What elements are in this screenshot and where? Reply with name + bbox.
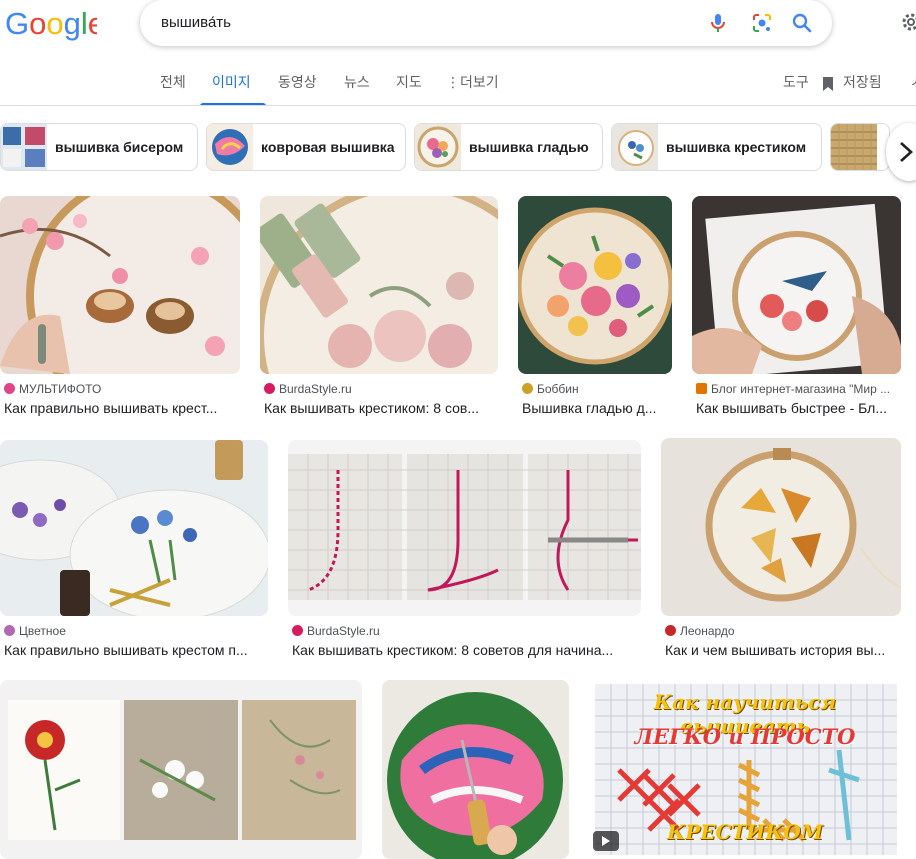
- image-result[interactable]: [0, 680, 362, 859]
- chip-thumbnail: [207, 124, 253, 170]
- image-result[interactable]: Боббин Вышивка гладью д...: [518, 196, 672, 418]
- tab-more-label: 더보기: [460, 74, 499, 90]
- svg-text:Google: Google: [5, 7, 97, 41]
- video-play-badge[interactable]: [593, 831, 619, 851]
- tab-more[interactable]: ⋮더보기: [446, 72, 499, 92]
- microphone-icon[interactable]: [706, 11, 730, 35]
- chip-thumbnail: [831, 124, 877, 170]
- chip-rug-embroidery[interactable]: ковровая вышивка: [206, 123, 406, 171]
- result-source: Блог интернет-магазина "Мир ...: [696, 382, 897, 396]
- result-thumbnail[interactable]: [661, 438, 901, 616]
- result-source: Леонардо: [665, 624, 897, 638]
- result-source: МУЛЬТИФОТО: [4, 382, 236, 396]
- chip-label: вышивка крестиком: [666, 139, 807, 155]
- tab-news[interactable]: 뉴스: [344, 72, 370, 92]
- result-source: BurdaStyle.ru: [292, 624, 637, 638]
- chip-label: вышивка гладью: [469, 139, 589, 155]
- tab-all[interactable]: 전체: [160, 72, 186, 92]
- image-result[interactable]: [382, 680, 569, 859]
- image-result[interactable]: Цветное Как правильно вышивать крестом п…: [0, 440, 268, 662]
- result-title[interactable]: Вышивка гладью д...: [522, 400, 668, 416]
- chips-scroll-right-button[interactable]: [886, 123, 916, 181]
- chip-label: ковровая вышивка: [261, 139, 395, 155]
- truncated-nav-text: ㅅ: [910, 72, 916, 92]
- result-title[interactable]: Как и чем вышивать история вы...: [665, 642, 897, 658]
- source-favicon: [665, 625, 676, 636]
- result-title[interactable]: Как вышивать крестиком: 8 сов...: [264, 400, 494, 416]
- search-input[interactable]: вышива́ть: [161, 14, 231, 31]
- result-thumbnail[interactable]: [260, 196, 498, 374]
- gear-icon[interactable]: [900, 11, 916, 33]
- tab-videos[interactable]: 동영상: [278, 72, 317, 92]
- result-thumbnail[interactable]: Как научиться вышивать ЛЕГКО и ПРОСТО КР…: [589, 680, 901, 859]
- search-box[interactable]: вышива́ть: [140, 0, 832, 46]
- google-lens-icon[interactable]: [750, 11, 774, 35]
- source-name: BurdaStyle.ru: [279, 382, 352, 396]
- image-result[interactable]: BurdaStyle.ru Как вышивать крестиком: 8 …: [260, 196, 498, 418]
- source-favicon: [522, 383, 533, 394]
- chip-label: вышивка бисером: [55, 139, 184, 155]
- result-title[interactable]: Как вышивать крестиком: 8 советов для на…: [292, 642, 637, 658]
- result-thumbnail[interactable]: [288, 440, 641, 616]
- chip-partial[interactable]: [830, 123, 890, 171]
- chevron-right-icon: [900, 142, 913, 162]
- saved-button[interactable]: 저장됨: [843, 72, 882, 92]
- chip-thumbnail: [612, 124, 658, 170]
- tab-images[interactable]: 이미지: [212, 72, 251, 92]
- source-name: МУЛЬТИФОТО: [19, 382, 102, 396]
- chip-thumbnail: [1, 124, 47, 170]
- video-caption-overlay: КРЕСТИКОМ: [667, 820, 823, 844]
- source-favicon: [696, 383, 707, 394]
- result-source: Цветное: [4, 624, 264, 638]
- result-source: Боббин: [522, 382, 668, 396]
- result-thumbnail[interactable]: [382, 680, 569, 859]
- source-name: Леонардо: [680, 624, 735, 638]
- search-tabs: 전체 이미지 동영상 뉴스 지도 ⋮더보기: [0, 62, 916, 106]
- result-thumbnail[interactable]: [692, 196, 901, 374]
- source-favicon: [292, 625, 303, 636]
- video-result[interactable]: Как научиться вышивать ЛЕГКО и ПРОСТО КР…: [589, 680, 901, 859]
- image-result[interactable]: Блог интернет-магазина "Мир ... Как выши…: [692, 196, 901, 418]
- result-title[interactable]: Как вышивать быстрее - Бл...: [696, 400, 897, 416]
- result-thumbnail[interactable]: [518, 196, 672, 374]
- tab-maps[interactable]: 지도: [396, 72, 422, 92]
- play-icon: [602, 836, 610, 846]
- header-divider: [0, 105, 916, 106]
- image-result[interactable]: МУЛЬТИФОТО Как правильно вышивать крест.…: [0, 196, 240, 418]
- result-thumbnail[interactable]: [0, 680, 362, 859]
- image-result[interactable]: BurdaStyle.ru Как вышивать крестиком: 8 …: [288, 440, 641, 662]
- video-subtitle-overlay: ЛЕГКО и ПРОСТО: [634, 724, 856, 749]
- result-title[interactable]: Как правильно вышивать крест...: [4, 400, 236, 416]
- source-name: Блог интернет-магазина "Мир ...: [711, 382, 891, 396]
- source-name: Цветное: [19, 624, 66, 638]
- source-name: BurdaStyle.ru: [307, 624, 380, 638]
- result-title[interactable]: Как правильно вышивать крестом п...: [4, 642, 264, 658]
- chip-cross-stitch[interactable]: вышивка крестиком: [611, 123, 822, 171]
- result-thumbnail[interactable]: [0, 196, 240, 374]
- source-name: Боббин: [537, 382, 579, 396]
- source-favicon: [4, 383, 15, 394]
- chip-beaded-embroidery[interactable]: вышивка бисером: [0, 123, 198, 171]
- chip-satin-stitch[interactable]: вышивка гладью: [414, 123, 603, 171]
- chip-thumbnail: [415, 124, 461, 170]
- result-source: BurdaStyle.ru: [264, 382, 494, 396]
- search-icon[interactable]: [790, 11, 814, 35]
- source-favicon: [4, 625, 15, 636]
- google-logo[interactable]: Google: [5, 7, 97, 41]
- result-thumbnail[interactable]: [0, 440, 268, 616]
- tools-button[interactable]: 도구: [783, 72, 809, 92]
- more-vert-icon: ⋮: [446, 74, 460, 90]
- bookmark-icon[interactable]: [821, 76, 835, 92]
- image-result[interactable]: Леонардо Как и чем вышивать история вы..…: [661, 438, 901, 662]
- source-favicon: [264, 383, 275, 394]
